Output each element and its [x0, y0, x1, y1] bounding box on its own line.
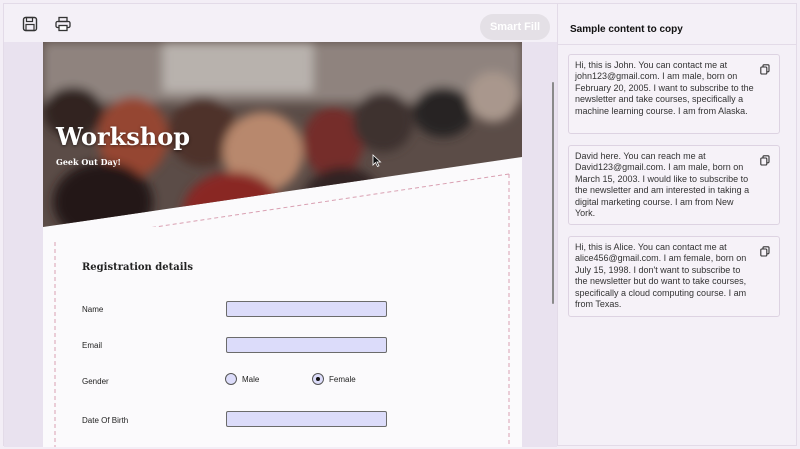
dashed-form-border [54, 174, 510, 447]
smart-fill-button[interactable]: Smart Fill [480, 14, 550, 40]
gender-male-radio[interactable] [225, 373, 237, 385]
name-field[interactable] [226, 301, 387, 317]
sample-card-david[interactable]: David here. You can reach me at David123… [568, 145, 780, 225]
copy-icon[interactable] [760, 246, 770, 257]
dob-field[interactable] [226, 411, 387, 427]
sample-card-john[interactable]: Hi, this is John. You can contact me at … [568, 54, 780, 134]
name-label: Name [82, 305, 104, 314]
copy-icon[interactable] [760, 155, 770, 166]
print-icon[interactable] [54, 15, 72, 33]
toolbar: Smart Fill [4, 4, 557, 44]
form-scrollbar-thumb[interactable] [552, 82, 554, 304]
gender-male-label: Male [242, 375, 260, 384]
sample-text: David here. You can reach me at David123… [575, 151, 750, 219]
gender-female-radio[interactable] [312, 373, 324, 385]
sample-text: Hi, this is Alice. You can contact me at… [575, 242, 747, 310]
email-field[interactable] [226, 337, 387, 353]
mouse-cursor-icon [372, 154, 382, 168]
copy-icon[interactable] [760, 64, 770, 75]
sample-content-panel: Sample content to copy Hi, this is John.… [557, 4, 797, 445]
dob-label: Date Of Birth [82, 416, 129, 425]
app-window: Smart Fill Workshop Geek Out Day! Regist… [3, 3, 797, 447]
registration-card: Workshop Geek Out Day! Registration deta… [43, 42, 522, 447]
save-icon[interactable] [21, 15, 39, 33]
divider [558, 44, 797, 45]
form-title: Registration details [82, 262, 193, 273]
sample-text: Hi, this is John. You can contact me at … [575, 60, 754, 116]
email-label: Email [82, 341, 103, 350]
gender-label: Gender [82, 377, 109, 386]
gender-female-label: Female [329, 375, 356, 384]
sample-card-alice[interactable]: Hi, this is Alice. You can contact me at… [568, 236, 780, 317]
form-preview-pane: Workshop Geek Out Day! Registration deta… [4, 42, 557, 447]
sample-panel-title: Sample content to copy [570, 24, 683, 35]
